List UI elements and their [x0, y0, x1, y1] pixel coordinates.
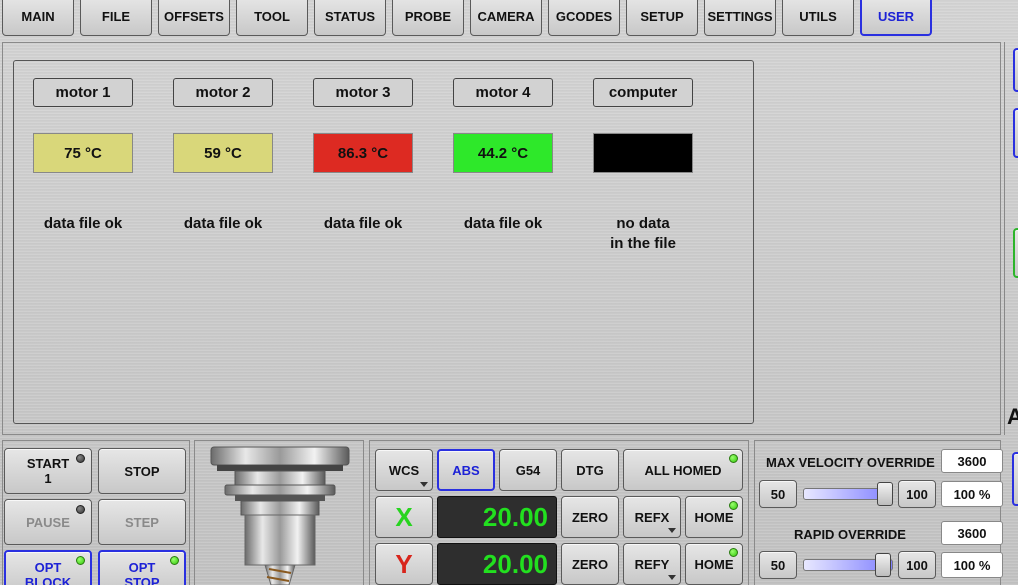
rapid-50-button[interactable]: 50 [759, 551, 797, 579]
opt-stop-led [170, 556, 179, 565]
computer-temperature [593, 133, 693, 173]
stop-button[interactable]: STOP [98, 448, 186, 494]
motor-3-temperature: 86.3 °C [313, 133, 413, 173]
rapid-override-label: RAPID OVERRIDE [794, 527, 906, 542]
y-home-led [729, 548, 738, 557]
right-side-panel: A [1004, 42, 1018, 435]
right-edge-button-3[interactable] [1013, 228, 1018, 278]
motor-3-name: motor 3 [313, 78, 413, 107]
all-homed-led [729, 454, 738, 463]
computer-name: computer [593, 78, 693, 107]
tab-setup[interactable]: SETUP [626, 0, 698, 36]
computer-status: no data in the file [610, 215, 676, 252]
right-edge-label: A [1007, 404, 1018, 429]
start-indicator-led [76, 454, 85, 463]
wcs-dropdown-caret [420, 482, 428, 487]
tab-tool[interactable]: TOOL [236, 0, 308, 36]
motor-4-status: data file ok [463, 215, 543, 232]
step-button[interactable]: STEP [98, 499, 186, 545]
x-axis-value: 20.00 [437, 496, 557, 538]
tab-main[interactable]: MAIN [2, 0, 74, 36]
tab-settings[interactable]: SETTINGS [704, 0, 776, 36]
spindle-tool-image [210, 446, 350, 585]
x-axis-button[interactable]: X [375, 496, 433, 538]
tab-offsets[interactable]: OFFSETS [158, 0, 230, 36]
y-zero-button[interactable]: ZERO [561, 543, 619, 585]
g54-button[interactable]: G54 [499, 449, 557, 491]
opt-block-led [76, 556, 85, 565]
refy-dropdown-caret [668, 575, 676, 580]
right-edge-bottom-button[interactable] [1012, 452, 1018, 506]
motor-1-status: data file ok [43, 215, 123, 232]
tab-camera[interactable]: CAMERA [470, 0, 542, 36]
motor-2-temperature: 59 °C [173, 133, 273, 173]
x-home-led [729, 501, 738, 510]
pause-indicator-led [76, 505, 85, 514]
tab-file[interactable]: FILE [80, 0, 152, 36]
motor-2-status: data file ok [183, 215, 263, 232]
right-edge-button-1[interactable] [1013, 48, 1018, 92]
motor-3-status: data file ok [323, 215, 403, 232]
max-velocity-value: 3600 [941, 449, 1003, 473]
rapid-100-button[interactable]: 100 [898, 551, 936, 579]
tab-utils[interactable]: UTILS [782, 0, 854, 36]
motor-2-name: motor 2 [173, 78, 273, 107]
tab-probe[interactable]: PROBE [392, 0, 464, 36]
tab-gcodes[interactable]: GCODES [548, 0, 620, 36]
motor-4-name: motor 4 [453, 78, 553, 107]
tab-status[interactable]: STATUS [314, 0, 386, 36]
y-axis-value: 20.00 [437, 543, 557, 585]
right-edge-button-2[interactable] [1013, 108, 1018, 158]
x-zero-button[interactable]: ZERO [561, 496, 619, 538]
rapid-override-percent: 100 % [941, 552, 1003, 578]
refx-dropdown-caret [668, 528, 676, 533]
y-axis-button[interactable]: Y [375, 543, 433, 585]
all-homed-button[interactable]: ALL HOMED [623, 449, 743, 491]
max-velocity-100-button[interactable]: 100 [898, 480, 936, 508]
tab-user[interactable]: USER [860, 0, 932, 36]
motor-4-temperature: 44.2 °C [453, 133, 553, 173]
max-velocity-50-button[interactable]: 50 [759, 480, 797, 508]
max-velocity-percent: 100 % [941, 481, 1003, 507]
max-velocity-slider-handle[interactable] [877, 482, 893, 506]
max-velocity-label: MAX VELOCITY OVERRIDE [766, 455, 935, 470]
abs-button[interactable]: ABS [437, 449, 495, 491]
rapid-override-slider-handle[interactable] [875, 553, 891, 577]
rapid-override-value: 3600 [941, 521, 1003, 545]
motor-1-temperature: 75 °C [33, 133, 133, 173]
dtg-button[interactable]: DTG [561, 449, 619, 491]
motor-1-name: motor 1 [33, 78, 133, 107]
